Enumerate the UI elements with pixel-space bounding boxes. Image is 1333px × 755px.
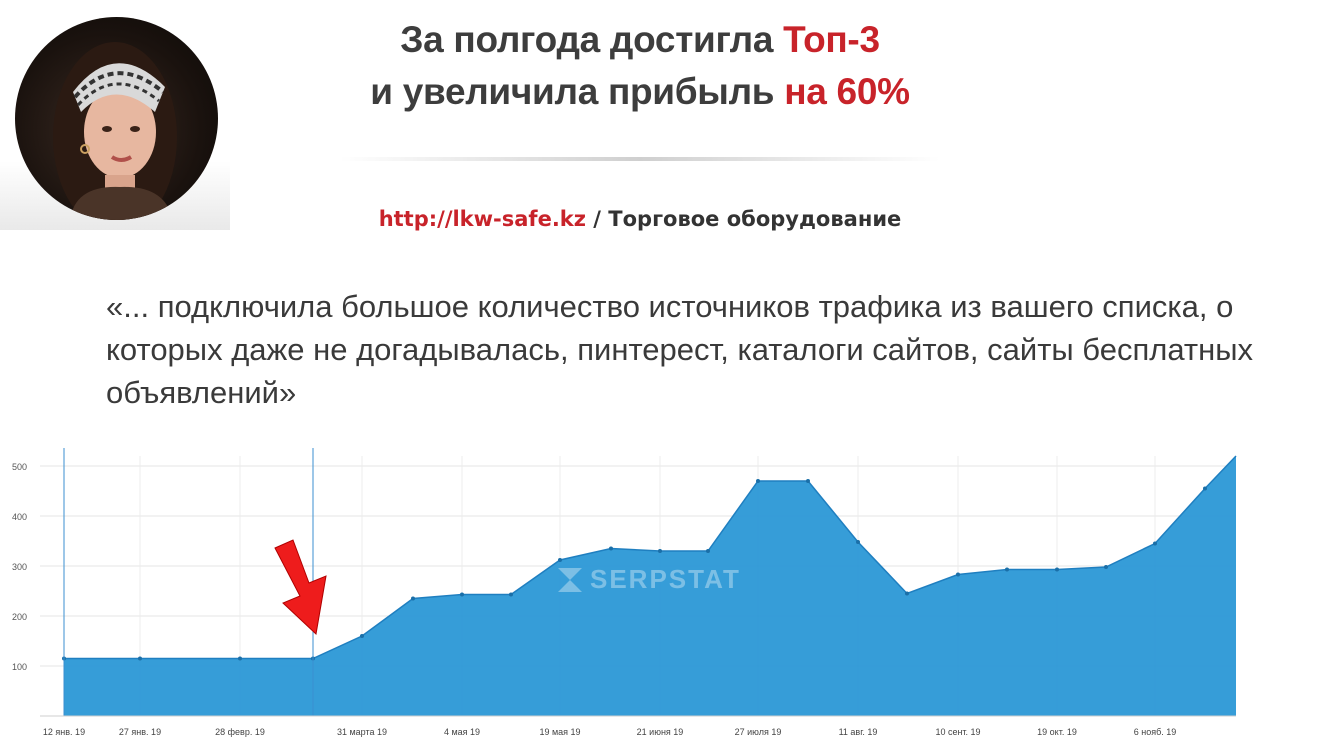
- headline-line-1-text: За полгода достигла: [400, 19, 784, 60]
- data-point: [238, 656, 242, 661]
- x-tick-label: 11 авг. 19: [839, 727, 878, 737]
- portrait-illustration: [53, 42, 177, 220]
- serpstat-watermark: SERPSTAT: [590, 564, 741, 594]
- traffic-area-chart: 100 200 300 400 500 SERPSTAT 12 янв. 19 27 янв.…: [0, 448, 1240, 750]
- avatar-background: [0, 0, 230, 230]
- headline-top3-highlight: Топ-3: [783, 19, 880, 60]
- y-tick-label: 500: [12, 462, 27, 472]
- site-line: http://lkw-safe.kz / Торговое оборудован…: [330, 207, 950, 231]
- data-point: [658, 549, 662, 553]
- data-point: [1055, 567, 1059, 572]
- divider: [340, 157, 940, 161]
- data-point: [509, 592, 513, 597]
- data-point: [756, 479, 760, 483]
- avatar: [15, 17, 218, 220]
- data-point: [856, 540, 860, 544]
- x-tick-label: 19 мая 19: [539, 727, 580, 737]
- headline-line-2-text: и увеличила прибыль: [370, 71, 785, 112]
- x-tick-label: 31 марта 19: [337, 727, 387, 737]
- y-tick-label: 100: [12, 662, 27, 672]
- x-tick-label: 6 нояб. 19: [1134, 727, 1177, 737]
- data-point: [806, 479, 810, 483]
- data-point: [905, 591, 909, 596]
- y-tick-label: 300: [12, 562, 27, 572]
- site-category: Торговое оборудование: [608, 207, 902, 231]
- x-tick-label: 28 февр. 19: [215, 727, 265, 737]
- y-tick-label: 200: [12, 612, 27, 622]
- site-url[interactable]: http://lkw-safe.kz: [379, 207, 586, 231]
- data-point: [360, 634, 364, 638]
- data-point: [558, 558, 562, 562]
- testimonial-quote: «... подключила большое количество источ…: [106, 289, 1253, 410]
- data-point: [706, 549, 710, 553]
- x-tick-label: 4 мая 19: [444, 727, 480, 737]
- headline-line-2: и увеличила прибыль на 60%: [330, 66, 950, 118]
- data-point: [1153, 541, 1157, 546]
- headline: За полгода достигла Топ-3 и увеличила пр…: [330, 14, 950, 118]
- data-point: [460, 592, 464, 597]
- data-point: [411, 596, 415, 601]
- headline-profit-highlight: на 60%: [784, 71, 910, 112]
- data-point: [1005, 567, 1009, 572]
- x-tick-label: 21 июня 19: [637, 727, 684, 737]
- x-tick-label: 10 сент. 19: [935, 727, 980, 737]
- y-tick-label: 400: [12, 512, 27, 522]
- headline-line-1: За полгода достигла Топ-3: [330, 14, 950, 66]
- x-tick-label: 12 янв. 19: [43, 727, 85, 737]
- traffic-chart: 100 200 300 400 500 SERPSTAT 12 янв. 19 27 янв.…: [0, 448, 1240, 750]
- data-point: [956, 572, 960, 577]
- data-point: [1203, 486, 1207, 491]
- x-tick-label: 27 янв. 19: [119, 727, 161, 737]
- site-separator: /: [585, 207, 609, 231]
- x-tick-label: 19 окт. 19: [1037, 727, 1077, 737]
- data-point: [1104, 565, 1108, 569]
- x-tick-label: 27 июля 19: [735, 727, 782, 737]
- data-point: [138, 656, 142, 661]
- data-point: [609, 546, 613, 551]
